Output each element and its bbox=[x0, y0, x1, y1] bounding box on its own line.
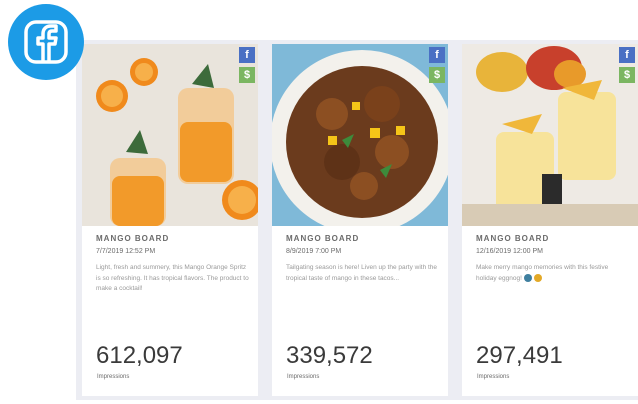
emoji-icon bbox=[523, 273, 532, 282]
post-caption: Tailgating season is here! Liven up the … bbox=[286, 264, 438, 282]
post-image-mango-tacos bbox=[272, 44, 448, 226]
facebook-badge-icon: f bbox=[239, 47, 255, 63]
post-badges: f $ bbox=[619, 47, 635, 83]
post-date: 8/9/2019 7:00 PM bbox=[286, 248, 342, 255]
impressions-value: 297,491 bbox=[476, 342, 563, 369]
impressions-value: 339,572 bbox=[286, 342, 373, 369]
post-badges: f $ bbox=[429, 47, 445, 83]
board-name: MANGO BOARD bbox=[476, 234, 550, 243]
post-caption-text: Make merry mango memories with this fest… bbox=[476, 264, 609, 282]
post-caption: Make merry mango memories with this fest… bbox=[476, 263, 630, 325]
post-card[interactable]: f $ MANGO BOARD 12/16/2019 12:00 PM Make… bbox=[462, 44, 638, 396]
paid-badge-icon: $ bbox=[429, 67, 445, 83]
post-card[interactable]: f $ MANGO BOARD 7/7/2019 12:52 PM Light,… bbox=[82, 44, 258, 396]
emoji-icon bbox=[533, 273, 542, 282]
impressions-value: 612,097 bbox=[96, 342, 183, 369]
post-image-mango-eggnog bbox=[462, 44, 638, 226]
board-name: MANGO BOARD bbox=[286, 234, 360, 243]
post-caption: Light, fresh and summery, this Mango Ora… bbox=[96, 264, 249, 292]
facebook-badge-icon: f bbox=[429, 47, 445, 63]
board-name: MANGO BOARD bbox=[96, 234, 170, 243]
impressions-label: Impressions bbox=[97, 374, 130, 380]
paid-badge-icon: $ bbox=[239, 67, 255, 83]
impressions-label: Impressions bbox=[477, 374, 510, 380]
impressions-label: Impressions bbox=[287, 374, 320, 380]
post-badges: f $ bbox=[239, 47, 255, 83]
paid-badge-icon: $ bbox=[619, 67, 635, 83]
post-card[interactable]: f $ MANGO BOARD 8/9/2019 7:00 PM Tailgat… bbox=[272, 44, 448, 396]
facebook-icon bbox=[8, 4, 84, 80]
post-image-orange-spritz bbox=[82, 44, 258, 226]
post-date: 12/16/2019 12:00 PM bbox=[476, 248, 543, 255]
facebook-badge-icon: f bbox=[619, 47, 635, 63]
post-date: 7/7/2019 12:52 PM bbox=[96, 248, 156, 255]
